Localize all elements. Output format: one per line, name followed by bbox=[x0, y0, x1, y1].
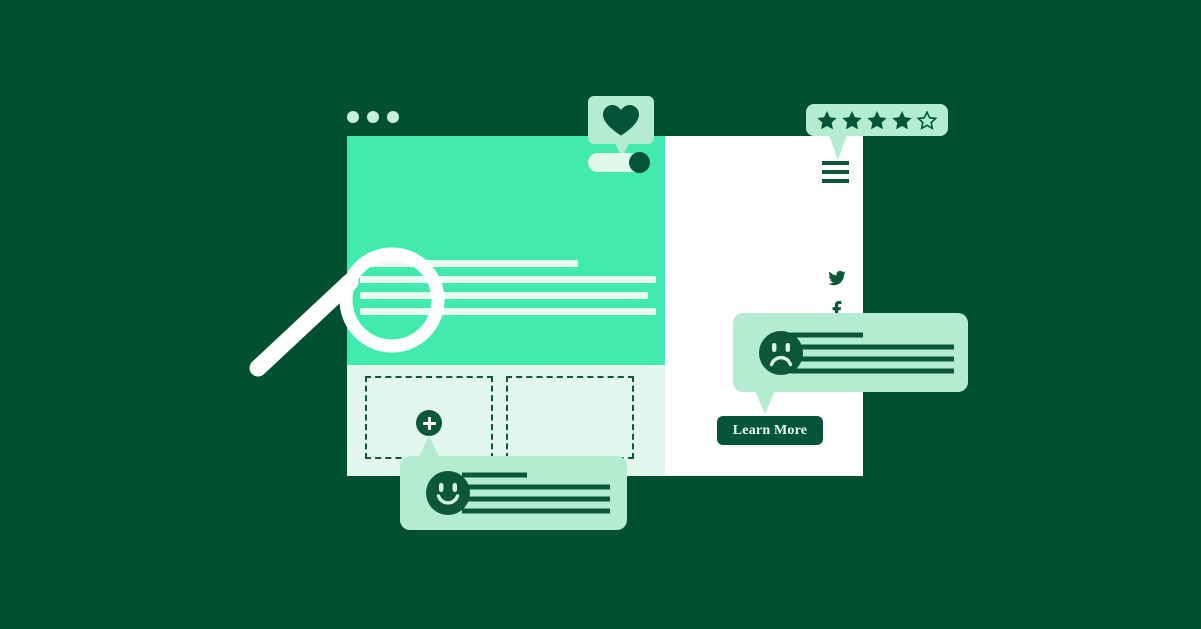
social-links bbox=[825, 271, 849, 319]
comment-text-lines bbox=[790, 332, 954, 373]
hamburger-bar bbox=[822, 170, 849, 174]
hamburger-bar bbox=[822, 179, 849, 183]
favorite-bubble bbox=[588, 96, 654, 158]
text-line bbox=[790, 368, 954, 373]
text-line bbox=[790, 344, 954, 349]
toggle-knob[interactable] bbox=[629, 152, 650, 173]
star-icon-empty[interactable] bbox=[917, 110, 937, 130]
magnifying-glass-icon bbox=[249, 247, 445, 377]
plus-icon-vertical bbox=[427, 416, 431, 430]
star-icon[interactable] bbox=[842, 110, 862, 130]
star-icon[interactable] bbox=[892, 110, 912, 130]
rating-bubble bbox=[806, 104, 948, 160]
window-controls bbox=[347, 111, 399, 123]
star-icon[interactable] bbox=[867, 110, 887, 130]
window-dot-maximize[interactable] bbox=[387, 111, 399, 123]
add-item-button[interactable] bbox=[416, 410, 442, 436]
text-line bbox=[462, 484, 610, 490]
window-dot-close[interactable] bbox=[347, 111, 359, 123]
text-line bbox=[790, 356, 954, 361]
placeholder-boxes bbox=[365, 376, 634, 459]
illustration-canvas: Learn More bbox=[0, 0, 1201, 629]
hamburger-menu-icon[interactable] bbox=[822, 161, 849, 183]
favorite-toggle[interactable] bbox=[588, 152, 650, 173]
text-line bbox=[790, 332, 863, 337]
text-line bbox=[462, 508, 610, 514]
twitter-icon[interactable] bbox=[828, 271, 846, 287]
hamburger-bar bbox=[822, 161, 849, 165]
star-icon[interactable] bbox=[817, 110, 837, 130]
bubble-tail bbox=[755, 391, 775, 414]
negative-feedback-bubble bbox=[733, 313, 968, 414]
placeholder-box-right[interactable] bbox=[506, 376, 634, 459]
text-line bbox=[462, 496, 610, 502]
learn-more-button[interactable]: Learn More bbox=[717, 416, 823, 445]
bubble-tail bbox=[829, 135, 847, 160]
positive-feedback-bubble bbox=[400, 435, 627, 530]
bubble-tail bbox=[419, 435, 439, 457]
heart-icon[interactable] bbox=[603, 104, 639, 136]
text-line bbox=[462, 472, 527, 478]
window-dot-minimize[interactable] bbox=[367, 111, 379, 123]
comment-text-lines bbox=[462, 472, 610, 514]
